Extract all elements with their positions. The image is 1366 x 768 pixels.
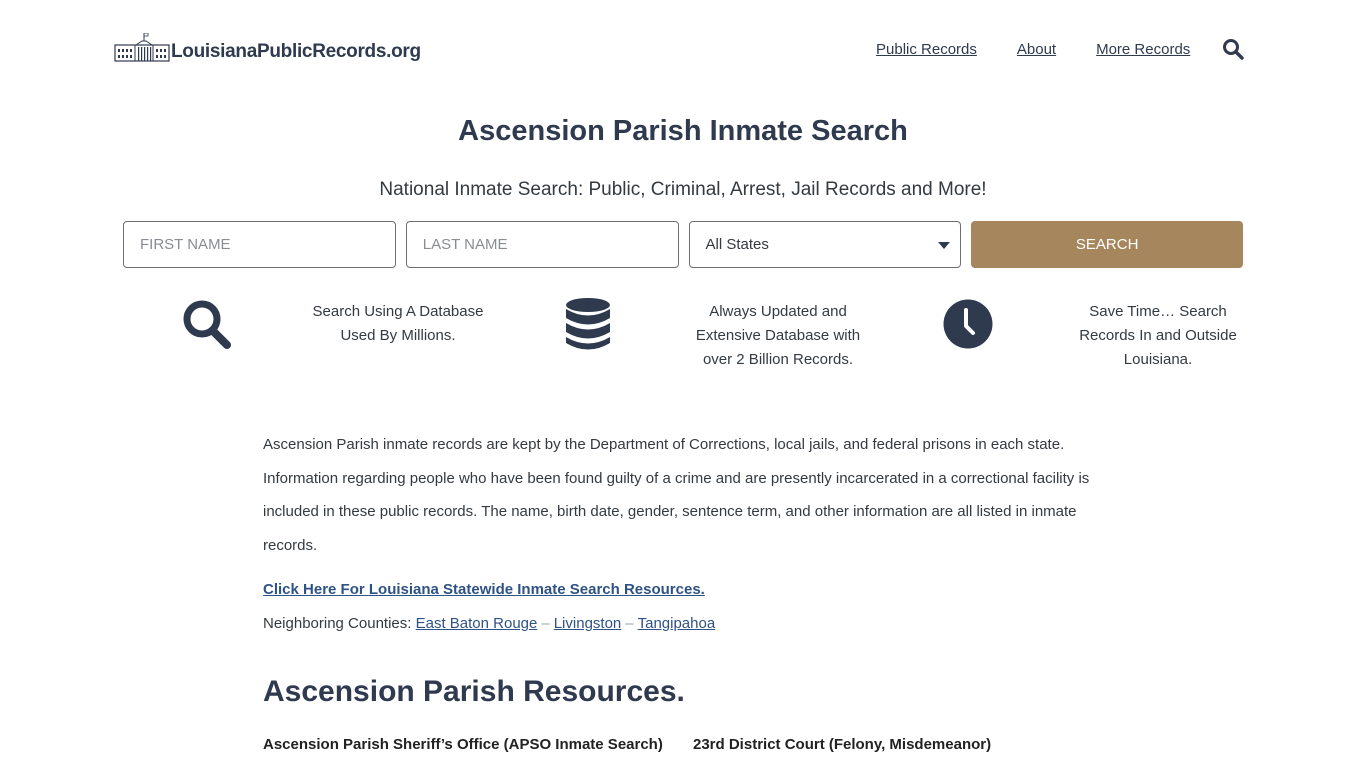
page-subtitle: National Inmate Search: Public, Criminal… <box>379 179 987 200</box>
database-icon <box>566 298 610 350</box>
resources-heading: Ascension Parish Resources. <box>263 675 685 708</box>
first-name-input[interactable] <box>123 221 396 268</box>
clock-icon <box>943 299 993 349</box>
intro-section: Ascension Parish inmate records are kept… <box>263 428 1113 563</box>
main-nav: Public Records About More Records <box>876 40 1230 60</box>
nav-more-records[interactable]: More Records <box>1096 40 1190 60</box>
resource-item: 23rd District Court (Felony, Misdemeanor… <box>693 736 992 753</box>
site-logo[interactable]: LouisianaPublicRecords.org <box>114 33 421 63</box>
resource-item: Ascension Parish Sheriff’s Office (APSO … <box>263 736 663 753</box>
neighbor-link[interactable]: Livingston <box>554 615 622 632</box>
page-title: Ascension Parish Inmate Search <box>458 115 908 147</box>
site-header: LouisianaPublicRecords.org Public Record… <box>0 0 1366 100</box>
intro-paragraph: Ascension Parish inmate records are kept… <box>263 436 1090 555</box>
logo-text: LouisianaPublicRecords.org <box>171 41 421 62</box>
feature-text-database: Always Updated and Extensive Database wi… <box>695 303 861 368</box>
search-button[interactable]: SEARCH <box>971 221 1244 268</box>
inmate-search-form: All States SEARCH <box>123 221 1244 268</box>
capitol-building-icon <box>114 33 170 62</box>
separator: – <box>541 615 550 632</box>
neighbor-link[interactable]: Tangipahoa <box>638 615 716 632</box>
chevron-down-icon <box>938 242 951 249</box>
nav-public-records[interactable]: Public Records <box>876 40 977 60</box>
search-icon <box>183 300 231 349</box>
nav-about[interactable]: About <box>1017 40 1056 60</box>
neighbor-link[interactable]: East Baton Rouge <box>416 615 538 632</box>
state-select-value: All States <box>705 236 769 253</box>
neighboring-counties: Neighboring Counties: East Baton Rouge – L… <box>263 613 715 635</box>
separator: – <box>625 615 634 632</box>
feature-text-clock: Save Time… Search Records In and Outside… <box>1079 303 1237 368</box>
statewide-resources-link[interactable]: Click Here For Louisiana Statewide Inmat… <box>263 579 705 601</box>
search-icon[interactable] <box>1222 38 1244 60</box>
feature-text-search: Search Using A Database Used By Millions… <box>312 303 484 344</box>
neighbors-label: Neighboring Counties: <box>263 615 412 632</box>
last-name-input[interactable] <box>405 221 679 268</box>
state-select[interactable]: All States <box>688 221 962 268</box>
